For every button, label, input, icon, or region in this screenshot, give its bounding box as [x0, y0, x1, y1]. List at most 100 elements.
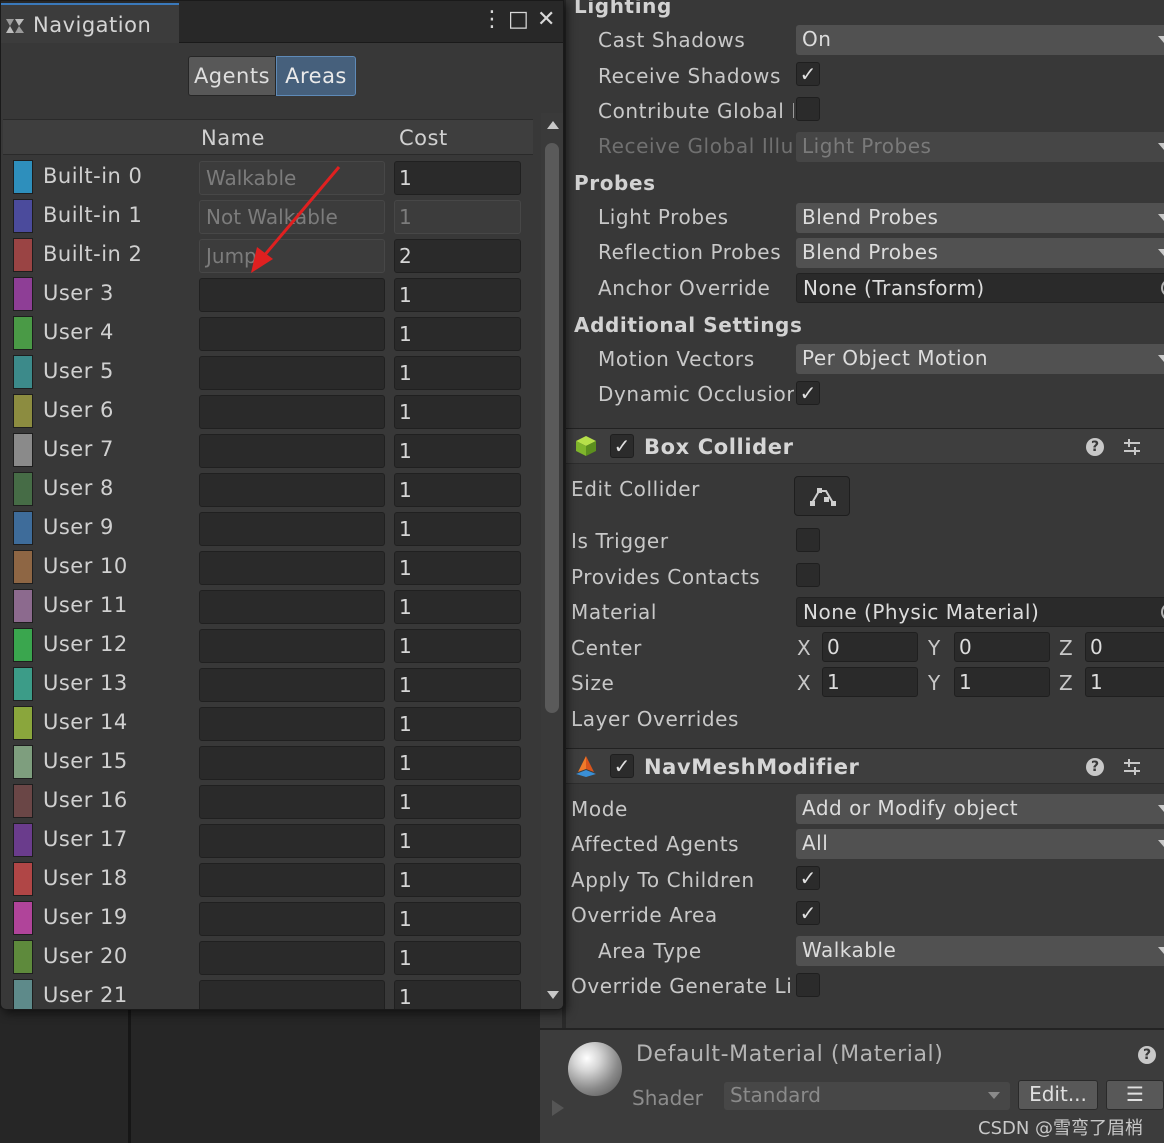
area-cost-input[interactable]: 1	[394, 902, 521, 936]
box-collider-enabled-checkbox[interactable]: ✓	[610, 434, 634, 458]
area-name-input[interactable]	[199, 824, 385, 858]
area-cost-input[interactable]: 1	[394, 473, 521, 507]
more-options-icon[interactable]: ⋮	[481, 7, 503, 32]
material-expand-icon[interactable]	[552, 1100, 564, 1116]
is-trigger-checkbox[interactable]	[796, 528, 820, 552]
area-color-swatch[interactable]	[13, 316, 33, 350]
shader-edit-button[interactable]: Edit...	[1018, 1080, 1098, 1110]
area-cost-input[interactable]: 1	[394, 668, 521, 702]
area-name-input[interactable]	[199, 668, 385, 702]
area-color-swatch[interactable]	[13, 160, 33, 194]
box-collider-header[interactable]: ✓ Box Collider ?	[566, 428, 1164, 464]
layer-overrides-foldout[interactable]: Layer Overrides	[571, 707, 739, 731]
area-cost-input[interactable]: 1	[394, 356, 521, 390]
additional-settings-header[interactable]: Additional Settings	[574, 313, 802, 337]
override-area-checkbox[interactable]: ✓	[796, 901, 820, 925]
area-cost-input[interactable]: 1	[394, 434, 521, 468]
areas-scrollbar[interactable]	[541, 113, 563, 1009]
probes-header[interactable]: Probes	[574, 171, 656, 195]
area-name-input[interactable]	[199, 980, 385, 1009]
area-color-swatch[interactable]	[13, 940, 33, 974]
area-color-swatch[interactable]	[13, 628, 33, 662]
area-cost-input[interactable]: 2	[394, 239, 521, 273]
area-color-swatch[interactable]	[13, 355, 33, 389]
center-x-input[interactable]: 0	[822, 632, 918, 662]
navmesh-modifier-header[interactable]: ✓ NavMeshModifier ?	[566, 748, 1164, 784]
area-name-input[interactable]	[199, 395, 385, 429]
area-name-input[interactable]	[199, 785, 385, 819]
area-cost-input[interactable]: 1	[394, 395, 521, 429]
scrollbar-thumb[interactable]	[545, 143, 559, 713]
navmesh-modifier-help-icon[interactable]: ?	[1086, 758, 1104, 776]
area-cost-input[interactable]: 1	[394, 980, 521, 1009]
area-type-dropdown[interactable]: Walkable	[796, 936, 1164, 966]
area-cost-input[interactable]: 1	[394, 551, 521, 585]
tab-agents[interactable]: Agents	[188, 56, 276, 96]
apply-to-children-checkbox[interactable]: ✓	[796, 866, 820, 890]
area-color-swatch[interactable]	[13, 277, 33, 311]
area-color-swatch[interactable]	[13, 979, 33, 1009]
area-name-input[interactable]	[199, 629, 385, 663]
area-color-swatch[interactable]	[13, 238, 33, 272]
scroll-down-icon[interactable]	[547, 991, 559, 999]
area-color-swatch[interactable]	[13, 784, 33, 818]
area-name-input[interactable]	[199, 356, 385, 390]
shader-dropdown[interactable]: Standard	[724, 1082, 1010, 1110]
area-name-input[interactable]	[199, 941, 385, 975]
edit-collider-button[interactable]	[794, 476, 850, 516]
area-cost-input[interactable]: 1	[394, 629, 521, 663]
center-z-input[interactable]: 0	[1085, 632, 1164, 662]
size-y-input[interactable]: 1	[954, 667, 1050, 697]
area-name-input[interactable]	[199, 278, 385, 312]
area-name-input[interactable]	[199, 863, 385, 897]
lighting-header[interactable]: Lighting	[574, 0, 672, 18]
area-color-swatch[interactable]	[13, 433, 33, 467]
light-probes-dropdown[interactable]: Blend Probes	[796, 203, 1164, 233]
area-color-swatch[interactable]	[13, 823, 33, 857]
size-z-input[interactable]: 1	[1085, 667, 1164, 697]
area-cost-input[interactable]: 1	[394, 161, 521, 195]
close-icon[interactable]: ✕	[537, 7, 555, 32]
physic-material-field[interactable]: None (Physic Material)	[796, 597, 1164, 627]
reflection-probes-dropdown[interactable]: Blend Probes	[796, 238, 1164, 268]
cast-shadows-dropdown[interactable]: On	[796, 25, 1164, 55]
area-cost-input[interactable]: 1	[394, 590, 521, 624]
tab-areas[interactable]: Areas	[276, 56, 356, 96]
area-color-swatch[interactable]	[13, 706, 33, 740]
navmesh-modifier-enabled-checkbox[interactable]: ✓	[610, 754, 634, 778]
area-cost-input[interactable]: 1	[394, 941, 521, 975]
dynamic-occlusion-checkbox[interactable]: ✓	[796, 381, 820, 405]
area-cost-input[interactable]: 1	[394, 746, 521, 780]
area-color-swatch[interactable]	[13, 901, 33, 935]
material-help-icon[interactable]: ?	[1138, 1046, 1156, 1064]
area-name-input[interactable]	[199, 902, 385, 936]
area-cost-input[interactable]: 1	[394, 317, 521, 351]
area-name-input[interactable]	[199, 473, 385, 507]
scroll-up-icon[interactable]	[547, 121, 559, 129]
area-name-input[interactable]	[199, 707, 385, 741]
area-color-swatch[interactable]	[13, 589, 33, 623]
area-color-swatch[interactable]	[13, 199, 33, 233]
motion-vectors-dropdown[interactable]: Per Object Motion	[796, 344, 1164, 374]
size-x-input[interactable]: 1	[822, 667, 918, 697]
area-cost-input[interactable]: 1	[394, 707, 521, 741]
area-name-input[interactable]	[199, 746, 385, 780]
area-name-input[interactable]	[199, 512, 385, 546]
area-cost-input[interactable]: 1	[394, 512, 521, 546]
shader-list-button[interactable]: ☰	[1106, 1080, 1164, 1110]
provides-contacts-checkbox[interactable]	[796, 563, 820, 587]
contribute-gi-checkbox[interactable]	[796, 97, 820, 121]
box-collider-help-icon[interactable]: ?	[1086, 438, 1104, 456]
area-cost-input[interactable]: 1	[394, 824, 521, 858]
anchor-override-field[interactable]: None (Transform)	[796, 273, 1164, 303]
area-name-input[interactable]	[199, 551, 385, 585]
box-collider-presets-icon[interactable]	[1122, 437, 1142, 457]
maximize-icon[interactable]: □	[508, 7, 529, 32]
navmesh-modifier-presets-icon[interactable]	[1122, 757, 1142, 777]
affected-agents-dropdown[interactable]: All	[796, 829, 1164, 859]
area-name-input[interactable]	[199, 434, 385, 468]
area-color-swatch[interactable]	[13, 745, 33, 779]
receive-gi-dropdown[interactable]: Light Probes	[796, 132, 1164, 162]
area-cost-input[interactable]: 1	[394, 785, 521, 819]
area-color-swatch[interactable]	[13, 394, 33, 428]
